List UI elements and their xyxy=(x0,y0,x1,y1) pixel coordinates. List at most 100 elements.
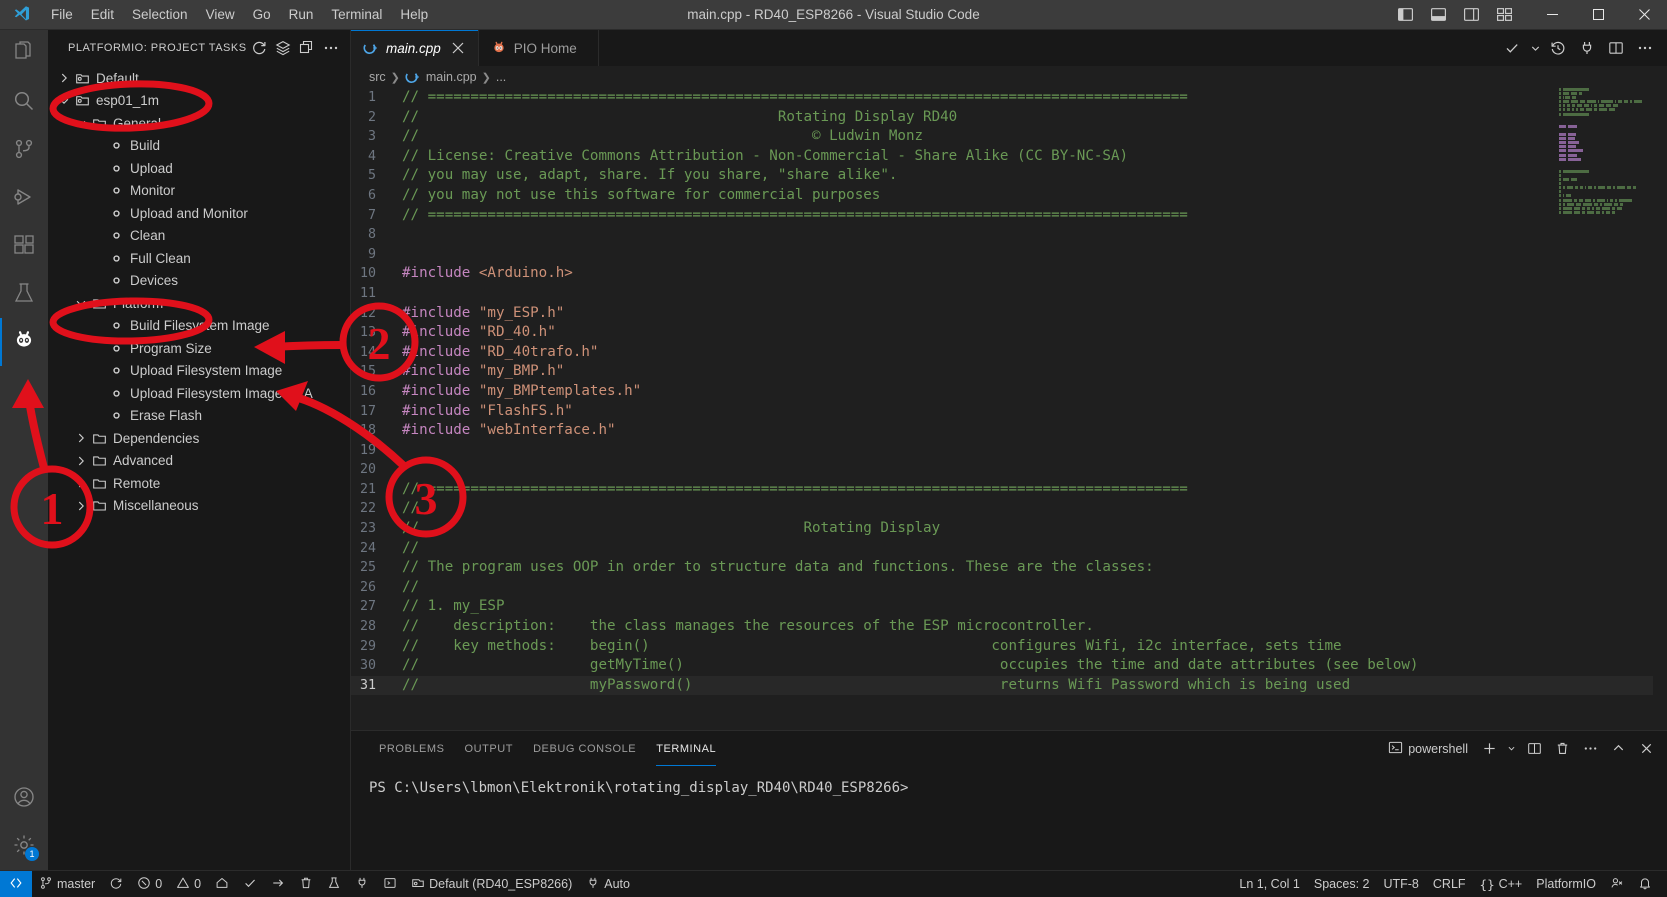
split-editor-icon[interactable] xyxy=(1602,34,1630,62)
code-line[interactable]: 16 #include "my_BMPtemplates.h" xyxy=(351,382,1667,402)
collapse-all-icon[interactable] xyxy=(296,37,318,59)
maximize-button[interactable] xyxy=(1575,0,1621,30)
code-line[interactable]: 7 // ====================================… xyxy=(351,206,1667,226)
status-pio-clean[interactable] xyxy=(292,871,320,897)
status-pio-home[interactable] xyxy=(208,871,236,897)
status-pio-test[interactable] xyxy=(320,871,348,897)
tree-item-upload[interactable]: Upload xyxy=(48,157,350,180)
toggle-panel-icon[interactable] xyxy=(1423,1,1453,29)
status-sync[interactable] xyxy=(102,871,130,897)
code-line[interactable]: 5 // you may use, adapt, share. If you sh… xyxy=(351,166,1667,186)
chevron-down-icon[interactable] xyxy=(1504,736,1519,762)
activity-source-control[interactable] xyxy=(0,126,48,174)
menu-view[interactable]: View xyxy=(197,3,244,27)
tree-item-advanced[interactable]: Advanced xyxy=(48,450,350,473)
code-line[interactable]: 6 // you may not use this software for co… xyxy=(351,186,1667,206)
status-language-mode[interactable]: {} C++ xyxy=(1473,871,1530,897)
toggle-primary-sidebar-icon[interactable] xyxy=(1390,1,1420,29)
code-line[interactable]: 14 #include "RD_40trafo.h" xyxy=(351,343,1667,363)
code-line[interactable]: 24 // xyxy=(351,539,1667,559)
tree-item-build[interactable]: Build xyxy=(48,135,350,158)
customize-layout-icon[interactable] xyxy=(1489,1,1519,29)
history-icon[interactable] xyxy=(1544,34,1572,62)
status-feedback[interactable] xyxy=(1603,871,1631,897)
status-pio-build[interactable] xyxy=(236,871,264,897)
tree-item-platform[interactable]: Platform xyxy=(48,292,350,315)
code-line[interactable]: 29 // key methods: begin() configures Wif… xyxy=(351,637,1667,657)
add-terminal-icon[interactable] xyxy=(1476,736,1502,762)
chevron-right-icon[interactable] xyxy=(56,67,72,89)
tree-item-program-size[interactable]: Program Size xyxy=(48,337,350,360)
code-line[interactable]: 9 xyxy=(351,245,1667,265)
menu-help[interactable]: Help xyxy=(391,3,437,27)
activity-testing[interactable] xyxy=(0,270,48,318)
activity-accounts[interactable] xyxy=(0,774,48,822)
breadcrumb[interactable]: src ❯ main.cpp ❯ ... xyxy=(351,66,1667,88)
tab-problems[interactable]: PROBLEMS xyxy=(369,731,455,766)
status-environment[interactable]: Default (RD40_ESP8266) xyxy=(404,871,579,897)
status-cursor-position[interactable]: Ln 1, Col 1 xyxy=(1232,871,1306,897)
status-serial-port[interactable]: Auto xyxy=(579,871,637,897)
code-line[interactable]: 1 // ====================================… xyxy=(351,88,1667,108)
status-eol[interactable]: CRLF xyxy=(1426,871,1473,897)
minimize-button[interactable] xyxy=(1529,0,1575,30)
status-branch[interactable]: master xyxy=(32,871,102,897)
code-line[interactable]: 25 // The program uses OOP in order to st… xyxy=(351,558,1667,578)
chevron-down-icon[interactable] xyxy=(73,112,89,134)
code-lines[interactable]: 1 // ====================================… xyxy=(351,88,1667,730)
code-line[interactable]: 4 // License: Creative Commons Attributio… xyxy=(351,147,1667,167)
status-encoding[interactable]: UTF-8 xyxy=(1376,871,1425,897)
kill-terminal-icon[interactable] xyxy=(1549,736,1575,762)
close-button[interactable] xyxy=(1621,0,1667,30)
tree-item-upload-and-monitor[interactable]: Upload and Monitor xyxy=(48,202,350,225)
chevron-down-icon[interactable] xyxy=(73,292,89,314)
tree-item-dependencies[interactable]: Dependencies xyxy=(48,427,350,450)
tree-item-full-clean[interactable]: Full Clean xyxy=(48,247,350,270)
code-line[interactable]: 20 xyxy=(351,460,1667,480)
menu-selection[interactable]: Selection xyxy=(123,3,197,27)
code-line[interactable]: 15 #include "my_BMP.h" xyxy=(351,362,1667,382)
refresh-icon[interactable] xyxy=(248,37,270,59)
tab-output[interactable]: OUTPUT xyxy=(455,731,524,766)
chevron-right-icon[interactable] xyxy=(73,450,89,472)
code-line[interactable]: 17 #include "FlashFS.h" xyxy=(351,402,1667,422)
tab-terminal[interactable]: TERMINAL xyxy=(646,731,726,766)
activity-search[interactable] xyxy=(0,78,48,126)
terminal-shell-selector[interactable]: powershell xyxy=(1382,740,1474,758)
menu-go[interactable]: Go xyxy=(244,3,280,27)
breadcrumb-src[interactable]: src xyxy=(369,70,386,84)
close-icon[interactable] xyxy=(448,38,468,58)
code-line[interactable]: 11 xyxy=(351,284,1667,304)
activity-extensions[interactable] xyxy=(0,222,48,270)
project-tasks-tree[interactable]: Default esp01_1m General Build Upload Monitor… xyxy=(48,65,350,870)
tree-item-miscellaneous[interactable]: Miscellaneous xyxy=(48,495,350,518)
status-errors[interactable]: 0 xyxy=(130,871,169,897)
menu-terminal[interactable]: Terminal xyxy=(322,3,391,27)
code-line[interactable]: 30 // getMyTime() occupies the time and d… xyxy=(351,656,1667,676)
tab-debug-console[interactable]: DEBUG CONSOLE xyxy=(523,731,646,766)
code-line[interactable]: 13 #include "RD_40.h" xyxy=(351,323,1667,343)
tree-item-general[interactable]: General xyxy=(48,112,350,135)
tree-item-build-filesystem-image[interactable]: Build Filesystem Image xyxy=(48,315,350,338)
activity-manage[interactable]: 1 xyxy=(0,822,48,870)
editor-scrollbar[interactable] xyxy=(1653,88,1667,730)
code-line[interactable]: 12 #include "my_ESP.h" xyxy=(351,304,1667,324)
tab-main-cpp[interactable]: main.cpp xyxy=(351,30,479,66)
chevron-right-icon[interactable] xyxy=(73,427,89,449)
menu-edit[interactable]: Edit xyxy=(82,3,123,27)
tree-item-esp01-1m[interactable]: esp01_1m xyxy=(48,90,350,113)
activity-platformio[interactable] xyxy=(0,318,48,366)
status-warnings[interactable]: 0 xyxy=(169,871,208,897)
tree-item-upload-filesystem-image[interactable]: Upload Filesystem Image xyxy=(48,360,350,383)
more-actions-icon[interactable] xyxy=(1577,736,1603,762)
activity-explorer[interactable] xyxy=(0,30,48,78)
code-line[interactable]: 22 // xyxy=(351,499,1667,519)
tree-item-erase-flash[interactable]: Erase Flash xyxy=(48,405,350,428)
tree-item-clean[interactable]: Clean xyxy=(48,225,350,248)
close-panel-icon[interactable] xyxy=(1633,736,1659,762)
menu-bar[interactable]: File Edit Selection View Go Run Terminal… xyxy=(42,0,437,30)
status-pio-terminal[interactable] xyxy=(376,871,404,897)
plug-icon[interactable] xyxy=(1573,34,1601,62)
maximize-panel-icon[interactable] xyxy=(1605,736,1631,762)
breadcrumb-more[interactable]: ... xyxy=(496,70,506,84)
